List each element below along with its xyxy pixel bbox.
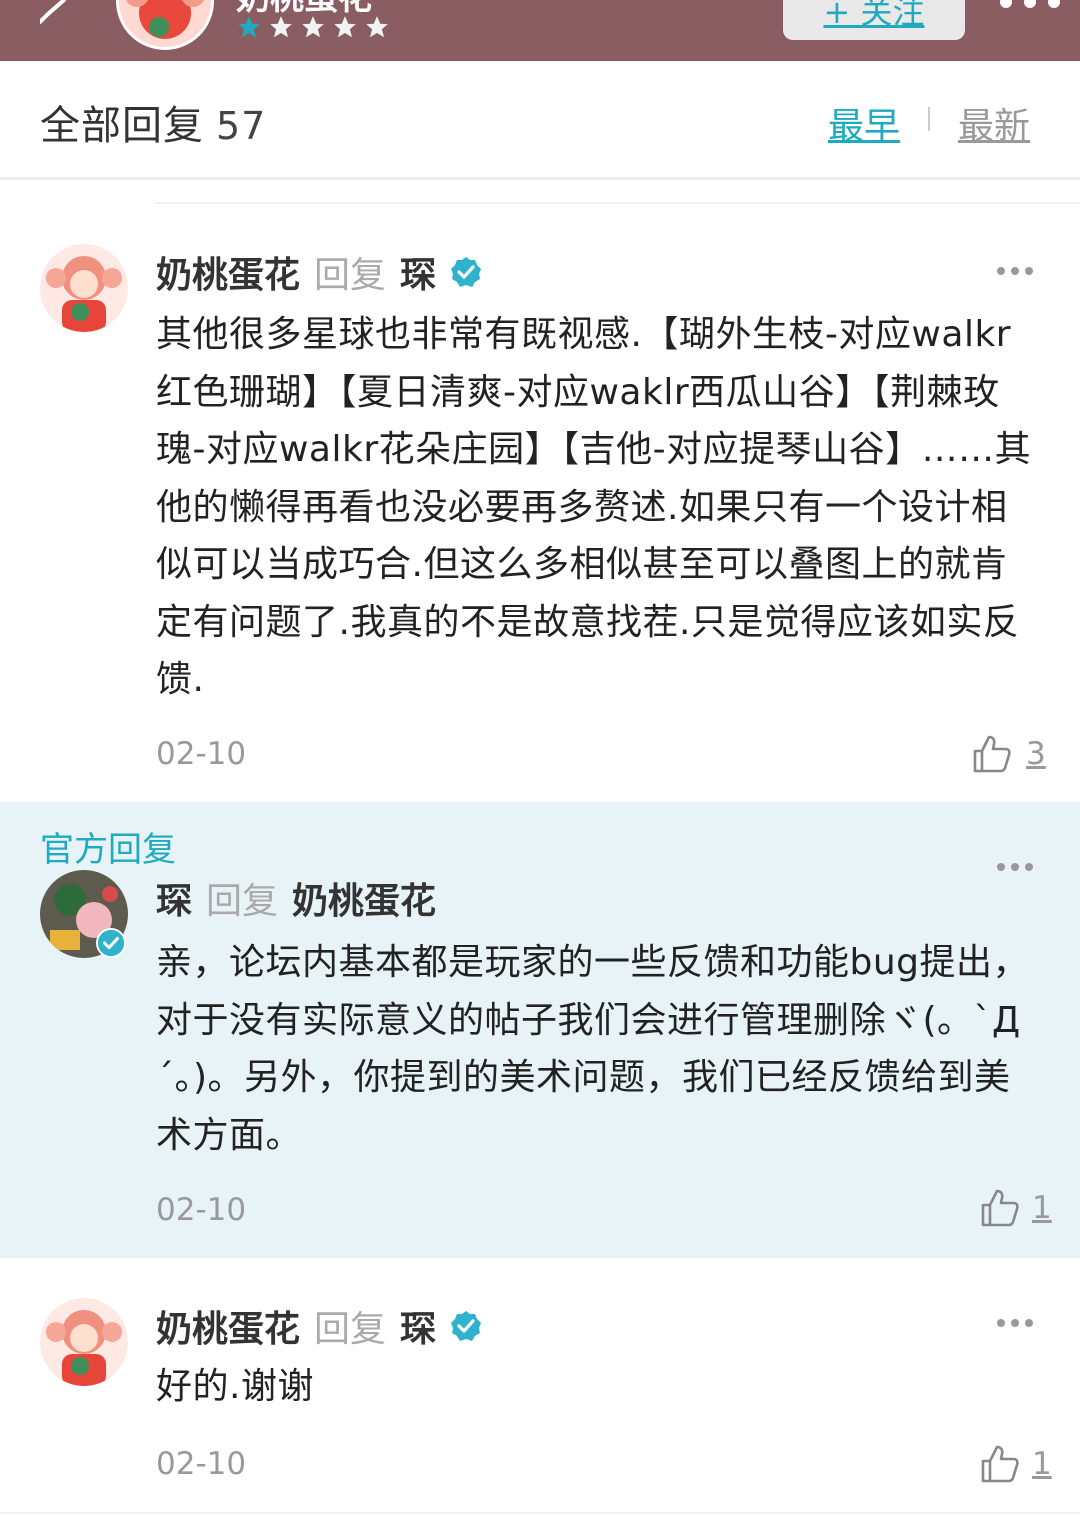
- comment-content: 好的.谢谢: [156, 1366, 314, 1407]
- official-reply-item: 官方回复 琛 回复 奶桃蛋花 亲，论坛内基本都是玩家的一些反馈和功能bug提出，…: [0, 802, 1080, 1258]
- reply-word: 回复: [314, 1309, 387, 1350]
- rating-stars: [236, 14, 390, 42]
- author-avatar[interactable]: [116, 0, 214, 50]
- avatar[interactable]: [40, 1298, 128, 1386]
- sort-latest-tab[interactable]: 最新: [958, 97, 1030, 149]
- reply-target[interactable]: 奶桃蛋花: [292, 872, 436, 924]
- back-arrow-icon[interactable]: [40, 0, 80, 40]
- star-icon: [270, 16, 292, 38]
- comment-item: 奶桃蛋花 回复 琛 好的.谢谢 02-10 1: [0, 1258, 1080, 1516]
- avatar[interactable]: [40, 244, 128, 332]
- more-options-icon[interactable]: [1000, 0, 1060, 12]
- star-icon: [302, 16, 324, 38]
- thumbs-up-icon[interactable]: [972, 734, 1012, 774]
- comment-date: 02-10: [156, 1192, 247, 1228]
- sort-earliest-tab[interactable]: 最早: [828, 97, 900, 149]
- replies-header: 全部回复 57 最早 最新: [0, 61, 1080, 180]
- like-count[interactable]: 3: [1026, 736, 1046, 772]
- follow-button[interactable]: + 关注: [783, 0, 965, 40]
- star-icon: [238, 16, 260, 38]
- verified-badge-icon: [451, 1311, 482, 1341]
- comment-header: 奶桃蛋花 回复 琛: [156, 1300, 482, 1352]
- official-badge-icon: [96, 928, 126, 958]
- comment-item: 奶桃蛋花 回复 琛 其他很多星球也非常有既视感.【瑚外生枝-对应walkr红色珊…: [0, 204, 1080, 802]
- star-icon: [366, 16, 388, 38]
- divider: [0, 1512, 1080, 1514]
- reply-word: 回复: [206, 881, 279, 922]
- verified-badge-icon: [451, 257, 482, 287]
- replies-title-label: 全部回复: [40, 103, 204, 149]
- comment-content: 其他很多星球也非常有既视感.【瑚外生枝-对应walkr红色珊瑚】【夏日清爽-对应…: [156, 314, 1032, 700]
- comment-author[interactable]: 奶桃蛋花: [156, 246, 300, 298]
- comment-header: 奶桃蛋花 回复 琛: [156, 246, 482, 298]
- like-count[interactable]: 1: [1032, 1190, 1052, 1226]
- thumbs-up-icon[interactable]: [980, 1444, 1020, 1484]
- more-options-icon[interactable]: [996, 266, 1034, 276]
- comment-author[interactable]: 奶桃蛋花: [156, 1300, 300, 1352]
- like-count[interactable]: 1: [1032, 1446, 1052, 1482]
- reply-target[interactable]: 琛: [400, 246, 436, 298]
- replies-title: 全部回复 57: [40, 93, 266, 151]
- reply-word: 回复: [314, 255, 387, 296]
- reply-target[interactable]: 琛: [400, 1300, 436, 1352]
- comment-date: 02-10: [156, 736, 247, 772]
- official-reply-label: 官方回复: [40, 830, 176, 870]
- star-icon: [334, 16, 356, 38]
- more-options-icon[interactable]: [996, 862, 1034, 872]
- comment-author[interactable]: 琛: [156, 872, 192, 924]
- sort-divider: [928, 107, 930, 131]
- replies-count: 57: [216, 104, 267, 148]
- top-bar: 奶桃蛋花 + 关注: [0, 0, 1080, 61]
- comment-content: 亲，论坛内基本都是玩家的一些反馈和功能bug提出，对于没有实际意义的帖子我们会进…: [156, 942, 1030, 1156]
- thumbs-up-icon[interactable]: [980, 1188, 1020, 1228]
- comment-header: 琛 回复 奶桃蛋花: [156, 872, 436, 924]
- more-options-icon[interactable]: [996, 1318, 1034, 1328]
- comment-date: 02-10: [156, 1446, 247, 1482]
